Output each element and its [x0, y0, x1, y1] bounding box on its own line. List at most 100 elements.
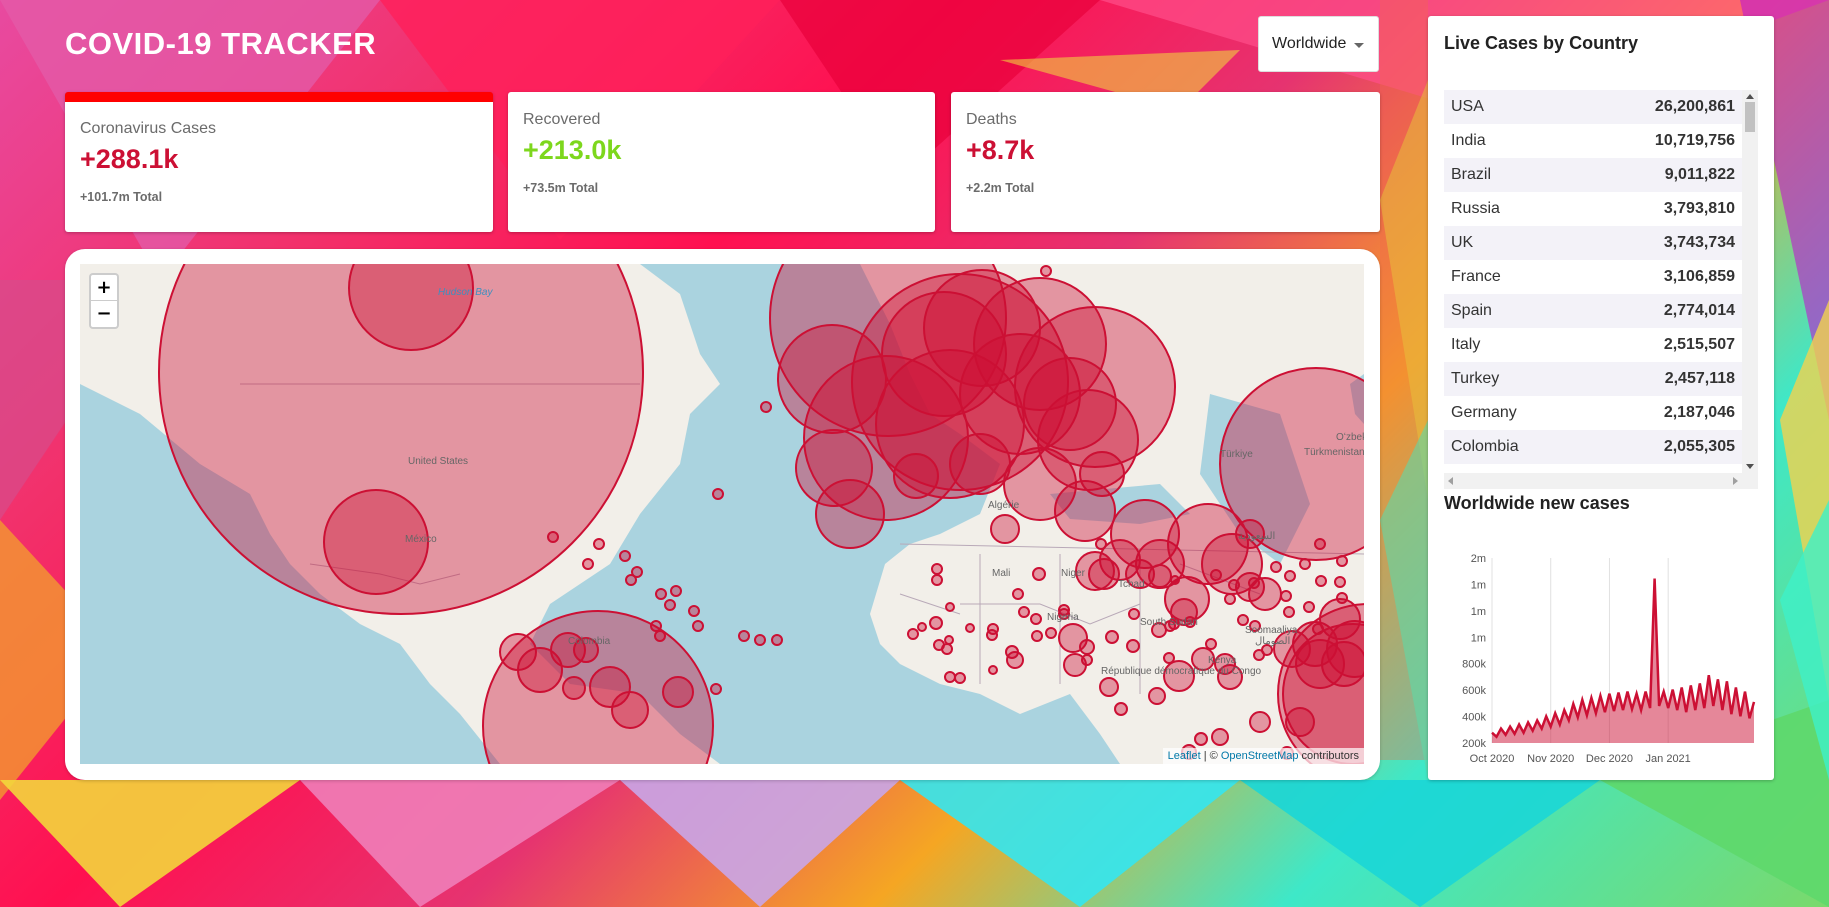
- recovered-card-total: +73.5m Total: [523, 181, 599, 195]
- y-tick-label: 1m: [1471, 632, 1486, 644]
- deaths-card-value: +8.7k: [966, 135, 1035, 165]
- table-row: Colombia 2,055,305: [1444, 430, 1742, 464]
- series-area: [1492, 578, 1754, 743]
- country-cases: 9,011,822: [1664, 166, 1735, 183]
- app-title: COVID-19 TRACKER: [65, 26, 377, 61]
- x-tick-label: Nov 2020: [1527, 753, 1574, 765]
- table-row: France 3,106,859: [1444, 260, 1742, 294]
- deaths-card-label: Deaths: [966, 111, 1017, 128]
- country-table-rows: USA 26,200,861 India 10,719,756 Brazil 9,011,…: [1444, 90, 1742, 464]
- country-dropdown-value: Worldwide: [1272, 35, 1347, 52]
- deaths-card-total: +2.2m Total: [966, 181, 1035, 195]
- country-cases: 10,719,756: [1654, 132, 1735, 149]
- map-label-kenya: Kenya: [1208, 655, 1237, 666]
- country-name: Brazil: [1451, 166, 1492, 183]
- new-cases-chart: Oct 2020 Nov 2020 Dec 2020 Jan 2021 2m 1m 1m 1m…: [1462, 553, 1756, 765]
- map-panel: United States México Colombia Mali Niger…: [65, 249, 1380, 780]
- country-dropdown[interactable]: Worldwide: [1258, 16, 1379, 72]
- map-label-saudi: السعودية: [1238, 531, 1275, 542]
- table-horizontal-scrollbar[interactable]: [1444, 473, 1758, 489]
- country-cases: 2,774,014: [1663, 302, 1735, 319]
- country-cases: 2,187,046: [1663, 404, 1735, 421]
- zoom-out-button[interactable]: −: [91, 301, 117, 327]
- map-label-somalia-ar: الصومال: [1255, 636, 1290, 647]
- y-tick-label: 1m: [1471, 606, 1486, 618]
- x-tick-label: Oct 2020: [1470, 753, 1515, 765]
- table-vertical-scrollbar[interactable]: [1742, 90, 1758, 473]
- table-row: USA 26,200,861: [1444, 90, 1742, 124]
- country-cases: 3,743,734: [1663, 234, 1735, 251]
- live-cases-title: Live Cases by Country: [1444, 33, 1639, 53]
- attribution-sep: | ©: [1200, 750, 1221, 762]
- zoom-in-button[interactable]: +: [91, 275, 117, 301]
- country-name: France: [1451, 268, 1501, 285]
- map-attribution: Leaflet | © OpenStreetMap contributors: [1162, 748, 1364, 764]
- y-tick-label: 2m: [1471, 553, 1486, 565]
- country-name: USA: [1451, 98, 1484, 115]
- x-tick-label: Dec 2020: [1586, 753, 1633, 765]
- map-label-niger: Niger: [1061, 568, 1086, 579]
- country-cases: 2,457,118: [1664, 370, 1735, 387]
- map-label-mexico: México: [405, 534, 437, 545]
- map-label-nigeria: Nigeria: [1047, 612, 1079, 623]
- y-tick-label: 400k: [1462, 712, 1486, 724]
- map-canvas: United States México Colombia Mali Niger…: [80, 264, 1364, 764]
- table-row: UK 3,743,734: [1444, 226, 1742, 260]
- y-tick-label: 800k: [1462, 659, 1486, 671]
- country-table[interactable]: USA 26,200,861 India 10,719,756 Brazil 9,011,…: [1444, 76, 1758, 489]
- scroll-thumb[interactable]: [1745, 102, 1755, 132]
- table-row: Spain 2,774,014: [1444, 294, 1742, 328]
- table-row: Italy 2,515,507: [1444, 328, 1742, 362]
- osm-link[interactable]: OpenStreetMap: [1221, 750, 1299, 762]
- scroll-left-icon[interactable]: [1448, 477, 1453, 485]
- table-row: Brazil 9,011,822: [1444, 158, 1742, 192]
- cases-card-label: Coronavirus Cases: [80, 120, 217, 137]
- cases-card-total: +101.7m Total: [80, 190, 163, 204]
- country-name: Russia: [1451, 200, 1500, 217]
- recovered-card-label: Recovered: [523, 111, 601, 128]
- deaths-card[interactable]: Deaths +8.7k +2.2m Total: [951, 92, 1380, 232]
- country-cases: 3,106,859: [1663, 268, 1735, 285]
- scroll-up-icon[interactable]: [1746, 94, 1754, 99]
- map-label-usa: United States: [408, 456, 468, 467]
- table-row: India 10,719,756: [1444, 124, 1742, 158]
- recovered-card-value: +213.0k: [523, 135, 622, 165]
- cases-card-value: +288.1k: [80, 144, 179, 174]
- chevron-down-icon: [1354, 43, 1364, 48]
- country-cases: 26,200,861: [1654, 98, 1735, 115]
- scroll-down-icon[interactable]: [1746, 464, 1754, 469]
- map-label-somalia: Soomaaliya: [1245, 625, 1298, 636]
- country-cases: 2,515,507: [1663, 336, 1735, 353]
- table-row: Turkey 2,457,118: [1444, 362, 1742, 396]
- cases-card[interactable]: Coronavirus Cases +288.1k +101.7m Total: [65, 92, 493, 232]
- x-tick-label: Jan 2021: [1646, 753, 1691, 765]
- leaflet-link[interactable]: Leaflet: [1168, 750, 1201, 762]
- recovered-card[interactable]: Recovered +213.0k +73.5m Total: [508, 92, 935, 232]
- zoom-control: + −: [89, 273, 119, 329]
- table-row: Germany 2,187,046: [1444, 396, 1742, 430]
- country-name: Italy: [1451, 336, 1481, 353]
- attribution-tail: contributors: [1298, 750, 1359, 762]
- map-label-uzbekistan: Oʻzbekiston: [1336, 431, 1364, 443]
- map-label-mali: Mali: [992, 568, 1010, 579]
- y-tick-label: 200k: [1462, 738, 1486, 750]
- map-label-drc: République démocratique du Congo: [1101, 666, 1262, 677]
- country-name: India: [1451, 132, 1486, 149]
- world-map[interactable]: United States México Colombia Mali Niger…: [80, 264, 1364, 764]
- country-name: Colombia: [1451, 438, 1519, 455]
- y-tick-label: 1m: [1471, 579, 1486, 591]
- map-label-south-sudan: South Sudan: [1140, 617, 1198, 628]
- map-label-turkmenistan: Türkmenistan: [1304, 447, 1364, 458]
- country-name: Germany: [1451, 404, 1517, 421]
- table-row: Russia 3,793,810: [1444, 192, 1742, 226]
- country-cases: 2,055,305: [1663, 438, 1735, 455]
- scroll-right-icon[interactable]: [1733, 477, 1738, 485]
- y-tick-label: 600k: [1462, 685, 1486, 697]
- country-name: Turkey: [1451, 370, 1500, 387]
- country-name: Spain: [1451, 302, 1492, 319]
- country-name: UK: [1451, 234, 1474, 251]
- map-label-colombia: Colombia: [568, 636, 611, 647]
- worldwide-new-cases-title: Worldwide new cases: [1444, 493, 1630, 513]
- sidebar: Live Cases by Country USA 26,200,861 India…: [1428, 16, 1774, 780]
- map-label-turkey: Türkiye: [1220, 449, 1253, 460]
